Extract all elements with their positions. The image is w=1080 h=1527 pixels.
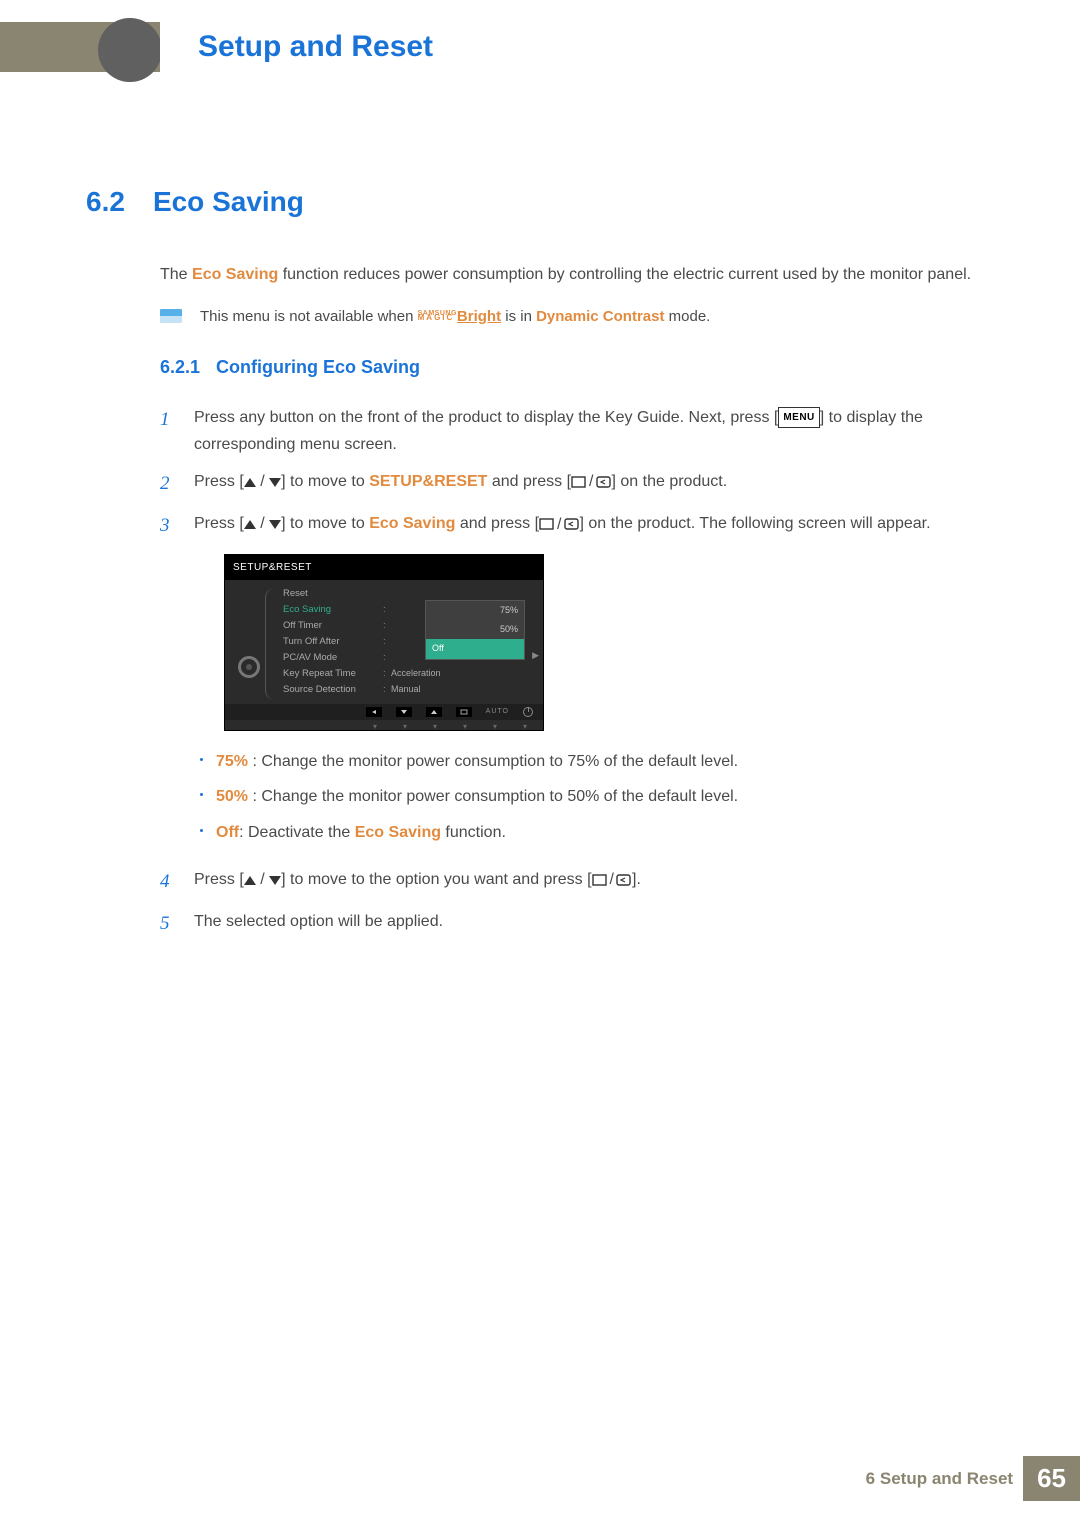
mark-icon: ▾: [397, 720, 413, 730]
osd-down-icon: [396, 707, 412, 717]
step-body: Press any button on the front of the pro…: [194, 404, 986, 458]
arrow-down-icon: [269, 478, 281, 487]
osd-enter-icon: [456, 707, 472, 717]
intro-paragraph: The Eco Saving function reduces power co…: [160, 262, 986, 288]
step-5: 5 The selected option will be applied.: [160, 908, 986, 940]
arrow-down-icon: [269, 876, 281, 885]
page-footer: 6 Setup and Reset 65: [866, 1456, 1080, 1501]
enter-icons: /: [592, 866, 632, 893]
step-number: 1: [160, 404, 174, 458]
enter-icons: /: [571, 468, 611, 495]
note-pre: This menu is not available when: [200, 308, 418, 325]
osd-up-icon: [426, 707, 442, 717]
enter-icons: /: [539, 511, 579, 538]
arrow-up-icon: [244, 520, 256, 529]
option-50: 50% : Change the monitor power consumpti…: [194, 784, 986, 810]
mark-icon: ▾: [517, 720, 533, 730]
arrow-up-icon: [244, 478, 256, 487]
osd-popup-50: 50%: [426, 620, 524, 639]
step-number: 5: [160, 908, 174, 940]
subsection-number: 6.2.1: [160, 357, 200, 378]
step-2: 2 Press [ / ] to move to SETUP&RESET and…: [160, 468, 986, 500]
option-off: Off: Deactivate the Eco Saving function.: [194, 820, 986, 846]
footer-chapter: 6 Setup and Reset: [866, 1469, 1013, 1489]
step-number: 4: [160, 866, 174, 898]
step-number: 3: [160, 510, 174, 855]
subsection-heading: 6.2.1 Configuring Eco Saving: [160, 357, 986, 378]
section-number: 6.2: [86, 186, 125, 218]
note-post: mode.: [664, 308, 710, 325]
subsection-title: Configuring Eco Saving: [216, 357, 420, 378]
setup-reset-label: SETUP&RESET: [369, 473, 487, 490]
chapter-title: Setup and Reset: [198, 30, 433, 64]
eco-saving-label: Eco Saving: [369, 515, 455, 532]
note-text: This menu is not available when SAMSUNGM…: [200, 308, 710, 325]
options-list: 75% : Change the monitor power consumpti…: [194, 749, 986, 846]
osd-popup-75: 75%: [426, 601, 524, 620]
step-body: Press [ / ] to move to the option you wa…: [194, 866, 986, 898]
step-1: 1 Press any button on the front of the p…: [160, 404, 986, 458]
step-4: 4 Press [ / ] to move to the option you …: [160, 866, 986, 898]
chapter-title-strip: Setup and Reset: [160, 22, 1080, 72]
power-icon: [523, 707, 533, 717]
section-title: Eco Saving: [153, 186, 304, 218]
osd-back-icon: [366, 707, 382, 717]
intro-prefix: The: [160, 266, 192, 283]
bright-label: Bright: [457, 308, 501, 325]
menu-button-icon: MENU: [778, 407, 819, 428]
gear-icon: [238, 656, 260, 678]
steps-list: 1 Press any button on the front of the p…: [160, 404, 986, 941]
chapter-circle-icon: [98, 18, 162, 82]
note-mid: is in: [501, 308, 536, 325]
chevron-right-icon: ▶: [532, 648, 539, 663]
step-body: Press [ / ] to move to Eco Saving and pr…: [194, 510, 986, 855]
step-body: Press [ / ] to move to SETUP&RESET and p…: [194, 468, 986, 500]
dynamic-contrast-label: Dynamic Contrast: [536, 308, 664, 325]
page-number: 65: [1023, 1456, 1080, 1501]
option-75: 75% : Change the monitor power consumpti…: [194, 749, 986, 775]
osd-curve: [265, 588, 281, 700]
step-3: 3 Press [ / ] to move to Eco Saving and …: [160, 510, 986, 855]
mark-icon: ▾: [427, 720, 443, 730]
osd-item-src: Source Detection:Manual: [273, 682, 537, 698]
mark-icon: ▾: [457, 720, 473, 730]
arrow-up-icon: [244, 876, 256, 885]
intro-suffix: function reduces power consumption by co…: [278, 266, 971, 283]
osd-screenshot: SETUP&RESET Reset Eco Saving: Off Timer:…: [224, 554, 986, 731]
samsung-magic-logo: SAMSUNGMAGIC: [418, 312, 457, 321]
mark-icon: ▾: [487, 720, 503, 730]
osd-popup-off: Off: [426, 639, 524, 658]
osd-auto-label: AUTO: [486, 706, 509, 718]
osd-bottom-bar: AUTO: [225, 704, 543, 720]
mark-icon: ▾: [367, 720, 383, 730]
feature-name: Eco Saving: [192, 266, 278, 283]
arrow-down-icon: [269, 520, 281, 529]
osd-title: SETUP&RESET: [225, 555, 543, 580]
osd-item-krt: Key Repeat Time:Acceleration: [273, 666, 537, 682]
step-body: The selected option will be applied.: [194, 908, 986, 940]
note-icon: [160, 309, 182, 323]
note-row: This menu is not available when SAMSUNGM…: [160, 308, 986, 325]
osd-button-marks: ▾ ▾ ▾ ▾ ▾ ▾: [225, 720, 543, 730]
section-heading: 6.2 Eco Saving: [86, 186, 986, 218]
step-number: 2: [160, 468, 174, 500]
osd-popup: 75% 50% Off: [425, 600, 525, 660]
